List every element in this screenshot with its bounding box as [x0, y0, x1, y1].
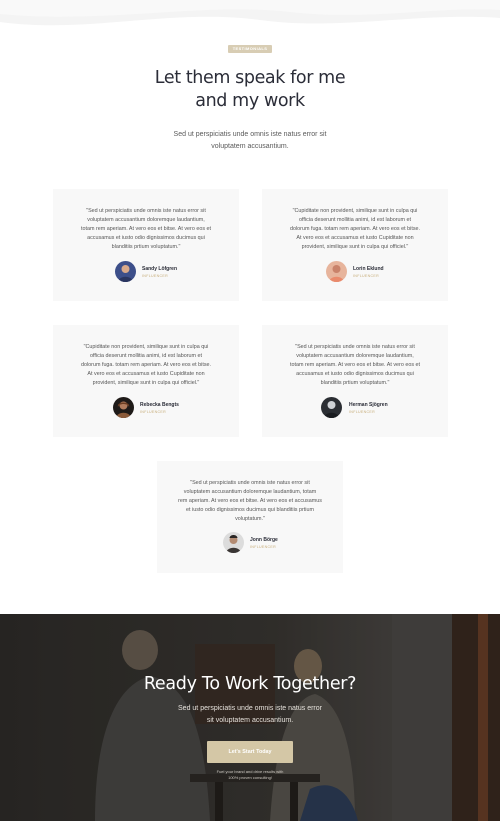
testimonial-card: "Sed ut perspiciatis unde omnis iste nat… — [53, 189, 239, 301]
quote-line: rem aperiam. At vero eos et bitse. At ve… — [178, 498, 322, 505]
person-avatar-icon — [223, 532, 244, 553]
quote-line: totam rem aperiam. At vero eos et bitse.… — [80, 226, 212, 233]
quote-line: provident, similique sunt in culpa qui o… — [301, 244, 409, 251]
section-title-line: Let them speak for me — [154, 68, 346, 88]
testimonial-role: INFLUENCER — [353, 274, 379, 278]
start-today-button[interactable]: Let's Start Today — [207, 741, 293, 763]
quote-line: provident, similique sunt in culpa qui o… — [92, 380, 200, 387]
testimonial-card: "Cupiditate non provident, similique sun… — [262, 189, 448, 301]
testimonial-name: Jonn Börge — [250, 537, 278, 543]
testimonial-role: INFLUENCER — [250, 545, 276, 549]
person-avatar-icon — [115, 261, 136, 282]
quote-line: et iusto odio dignissimos ducimus qui bl… — [186, 507, 314, 514]
section-title: Let them speak for me and my work — [0, 67, 500, 113]
cta-note: Fuel your brand and drive results with 1… — [200, 769, 300, 781]
cta-title: Ready To Work Together? — [143, 674, 357, 694]
quote-line: accusamus et iusto odio dignissimos duci… — [87, 235, 205, 242]
testimonial-name: Rebecka Bengts — [140, 402, 179, 408]
cta-subtitle-line: sit voluptatem accusantium. — [206, 716, 294, 724]
section-title-line: and my work — [195, 91, 305, 111]
quote-line: officia deserunt mollitia animi, id est … — [90, 353, 202, 360]
testimonial-card: "Cupiditate non provident, similique sun… — [53, 325, 239, 437]
quote-line: dolorum fuga. totam rem aperiam. At vero… — [289, 226, 421, 233]
top-wave-decoration — [0, 0, 500, 26]
quote-line: dolorum fuga. totam rem aperiam. At vero… — [80, 362, 212, 369]
quote-line: "Sed ut perspiciatis unde omnis iste nat… — [190, 480, 310, 486]
section-subtitle-line: voluptatem accusantium. — [211, 142, 289, 150]
person-avatar-icon — [113, 397, 134, 418]
cta-subtitle-line: Sed ut perspiciatis unde omnis iste natu… — [178, 705, 322, 712]
testimonial-quote: "Cupiditate non provident, similique sun… — [67, 343, 225, 388]
testimonial-quote: "Sed ut perspiciatis unde omnis iste nat… — [171, 479, 329, 524]
cta-note-line: 100% proven consulting! — [228, 775, 272, 780]
quote-line: "Cupiditate non provident, similique sun… — [292, 208, 418, 214]
quote-line: officia deserunt mollitia animi, id est … — [299, 217, 411, 224]
quote-line: voluptatum." — [235, 516, 265, 523]
quote-line: totam rem aperiam. At vero eos et bitse.… — [289, 362, 421, 369]
quote-line: voluptatem accusantium doloremque laudan… — [183, 489, 317, 496]
quote-line: At vero eos et accusamus et iusto Cupidi… — [296, 235, 414, 242]
quote-line: "Sed ut perspiciatis unde omnis iste nat… — [86, 208, 206, 214]
person-avatar-icon — [321, 397, 342, 418]
quote-line: accusamus et iusto odio dignissimos duci… — [296, 371, 414, 378]
testimonial-name: Sandy Löfgren — [142, 266, 178, 272]
person-avatar-icon — [326, 261, 347, 282]
section-subtitle: Sed ut perspiciatis unde omnis iste natu… — [150, 129, 350, 152]
testimonial-role: INFLUENCER — [349, 410, 375, 414]
testimonial-role: INFLUENCER — [142, 274, 168, 278]
quote-line: blanditiis prtium voluptatum." — [320, 380, 390, 387]
testimonial-quote: "Sed ut perspiciatis unde omnis iste nat… — [276, 343, 434, 388]
testimonials-badge: TESTIMONIALS — [228, 45, 272, 53]
cta-subtitle: Sed ut perspiciatis unde omnis iste natu… — [150, 703, 350, 726]
testimonial-role: INFLUENCER — [140, 410, 166, 414]
quote-line: blanditiis prtium voluptatum." — [111, 244, 181, 251]
testimonial-card: "Sed ut perspiciatis unde omnis iste nat… — [157, 461, 343, 573]
quote-line: At vero eos et accusamus et iusto Cupidi… — [87, 371, 205, 378]
quote-line: "Sed ut perspiciatis unde omnis iste nat… — [295, 344, 415, 350]
testimonial-name: Lorin Eklund — [353, 266, 384, 272]
testimonial-quote: "Sed ut perspiciatis unde omnis iste nat… — [67, 207, 225, 252]
quote-line: voluptatem accusantium doloremque laudan… — [296, 353, 414, 360]
testimonial-card: "Sed ut perspiciatis unde omnis iste nat… — [262, 325, 448, 437]
cta-section: Ready To Work Together? Sed ut perspicia… — [0, 614, 500, 821]
testimonial-name: Herman Sjögren — [349, 402, 388, 408]
quote-line: "Cupiditate non provident, similique sun… — [83, 344, 209, 350]
testimonial-quote: "Cupiditate non provident, similique sun… — [276, 207, 434, 252]
section-subtitle-line: Sed ut perspiciatis unde omnis iste natu… — [173, 131, 327, 138]
quote-line: voluptatem accusantium doloremque laudan… — [87, 217, 205, 224]
